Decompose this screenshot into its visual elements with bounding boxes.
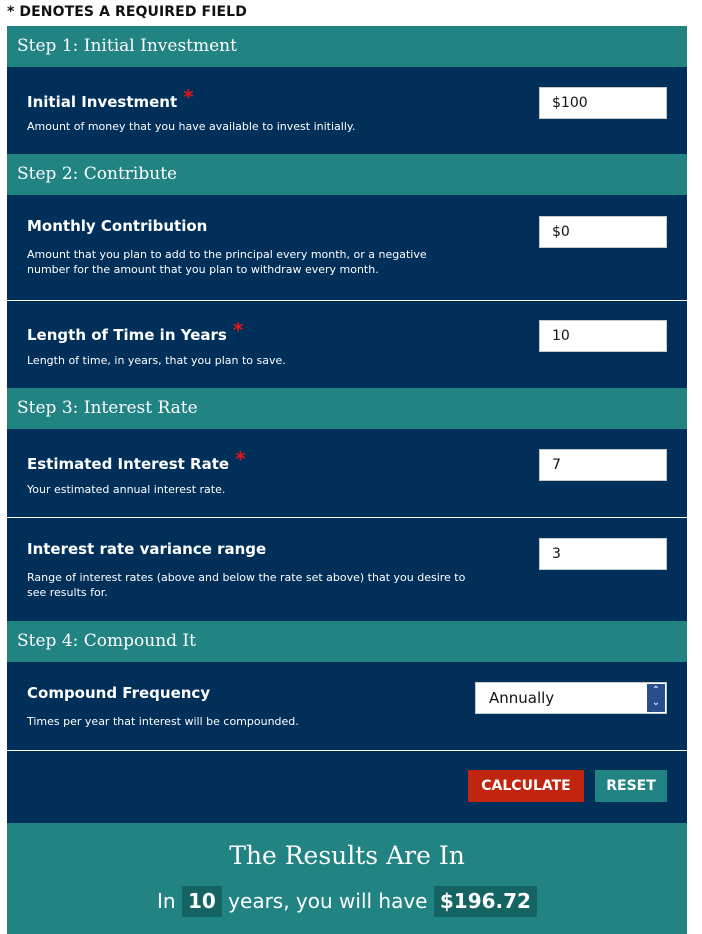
required-asterisk: * [232,318,244,342]
results-summary: In 10 years, you will have $196.72 [7,886,687,917]
compound-frequency-label: Compound Frequency [27,684,211,702]
initial-investment-label: Initial Investment * [27,85,194,111]
variance-range-label: Interest rate variance range [27,540,267,558]
initial-investment-row: Initial Investment * Amount of money that… [7,67,687,154]
variance-range-row: Interest rate variance range Range of in… [7,517,687,621]
compound-frequency-select[interactable]: Annually ⌃ ⌄ [475,682,667,714]
required-asterisk: * [183,85,194,109]
results-amount: $196.72 [433,886,537,917]
monthly-contribution-label: Monthly Contribution [27,217,208,235]
results-middle-text: years, you will have [228,889,428,913]
initial-investment-description: Amount of money that you have available … [27,120,356,133]
compound-frequency-row: Compound Frequency Times per year that i… [7,662,687,750]
required-asterisk: * [235,447,246,471]
results-panel: The Results Are In In 10 years, you will… [7,823,687,934]
interest-rate-input[interactable]: 7 [539,449,667,481]
length-of-time-description: Length of time, in years, that you plan … [27,354,286,367]
interest-rate-row: Estimated Interest Rate * Your estimated … [7,429,687,517]
length-of-time-row: Length of Time in Years * Length of time,… [7,300,687,388]
length-of-time-input[interactable]: 10 [539,320,667,352]
monthly-contribution-input[interactable]: $0 [539,216,667,248]
step-4-header: Step 4: Compound It [7,621,687,662]
compound-frequency-description: Times per year that interest will be com… [27,715,299,728]
monthly-contribution-row: Monthly Contribution Amount that you pla… [7,195,687,300]
results-title: The Results Are In [229,841,465,870]
monthly-contribution-description: Amount that you plan to add to the princ… [27,248,427,276]
step-3-header: Step 3: Interest Rate [7,388,687,429]
required-field-note: * DENOTES A REQUIRED FIELD [7,4,247,20]
interest-rate-description: Your estimated annual interest rate. [27,483,226,496]
results-years: 10 [181,886,222,917]
variance-range-input[interactable]: 3 [539,538,667,570]
compound-frequency-value: Annually [489,689,555,707]
interest-rate-label: Estimated Interest Rate * [27,447,246,473]
step-2-header: Step 2: Contribute [7,154,687,195]
step-1-header: Step 1: Initial Investment [7,26,687,67]
initial-investment-input[interactable]: $100 [539,87,667,119]
select-spinner-icon[interactable]: ⌃ ⌄ [647,684,665,712]
actions-row: CALCULATE RESET [7,750,687,823]
variance-range-description: Range of interest rates (above and below… [27,571,466,599]
calculate-button[interactable]: CALCULATE [468,770,584,802]
length-of-time-label: Length of Time in Years * [27,318,244,344]
results-prefix: In [157,889,176,913]
reset-button[interactable]: RESET [595,770,667,802]
compound-interest-form: Step 1: Initial Investment Initial Inves… [7,26,687,934]
